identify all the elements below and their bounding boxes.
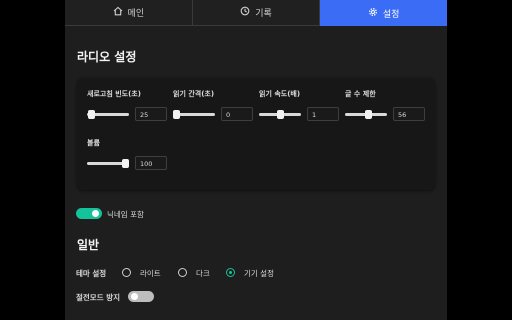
include-nickname-label: 닉네임 포함 (107, 210, 144, 219)
theme-device-radio[interactable] (226, 268, 235, 277)
radio-settings-card: 새로고침 빈도(초) 25 읽기 간격(초) 0 읽기 속도(배) 1 글 수 … (77, 78, 435, 190)
power-save-toggle[interactable] (128, 291, 154, 302)
slider-thumb[interactable] (277, 110, 284, 119)
home-icon (113, 6, 123, 19)
theme-light-label: 라이트 (140, 269, 161, 278)
control-label: 글 수 제한 (345, 90, 376, 98)
theme-label: 테마 설정 (76, 269, 107, 278)
volume-slider[interactable] (87, 159, 129, 168)
volume-input[interactable]: 100 (135, 156, 167, 170)
gear-icon (368, 7, 378, 20)
radio-settings-heading: 라디오 설정 (77, 50, 137, 64)
tab-main-label: 메인 (127, 9, 145, 19)
read-interval-input[interactable]: 0 (221, 107, 253, 121)
read-speed-control: 읽기 속도(배) 1 (259, 89, 339, 121)
control-label: 볼륨 (87, 139, 100, 147)
post-limit-control: 글 수 제한 56 (345, 89, 425, 121)
history-icon (240, 6, 250, 19)
theme-dark-label: 다크 (196, 269, 210, 278)
theme-dark-radio[interactable] (178, 268, 187, 277)
read-interval-control: 읽기 간격(초) 0 (173, 89, 253, 121)
toggle-knob (92, 210, 99, 217)
include-nickname-toggle[interactable] (76, 208, 102, 219)
slider-thumb[interactable] (88, 110, 95, 119)
theme-light-radio[interactable] (122, 268, 131, 277)
settings-panel: 메인 기록 설정 라디오 설정 새로고침 빈도(초) 25 읽기 간격(초) 0… (65, 0, 447, 320)
slider-thumb[interactable] (365, 110, 372, 119)
post-limit-input[interactable]: 56 (393, 107, 425, 121)
slider-thumb[interactable] (122, 159, 129, 168)
volume-control: 볼륨 100 (87, 138, 167, 170)
read-speed-slider[interactable] (259, 110, 301, 119)
refresh-frequency-control: 새로고침 빈도(초) 25 (87, 89, 167, 121)
post-limit-slider[interactable] (345, 110, 387, 119)
read-interval-slider[interactable] (173, 110, 215, 119)
toggle-knob (131, 293, 138, 300)
tab-history[interactable]: 기록 (192, 0, 321, 26)
read-speed-input[interactable]: 1 (307, 107, 339, 121)
control-label: 읽기 간격(초) (173, 90, 215, 98)
tab-main[interactable]: 메인 (65, 0, 193, 26)
slider-thumb[interactable] (173, 110, 180, 119)
power-save-label: 절전모드 방지 (76, 293, 121, 302)
control-label: 새로고침 빈도(초) (87, 90, 141, 98)
tab-bar: 메인 기록 설정 (65, 0, 447, 26)
theme-device-label: 기기 설정 (244, 269, 274, 278)
refresh-frequency-slider[interactable] (87, 110, 129, 119)
refresh-frequency-input[interactable]: 25 (135, 107, 167, 121)
tab-history-label: 기록 (255, 9, 272, 19)
general-heading: 일반 (77, 238, 100, 252)
tab-settings[interactable]: 설정 (320, 0, 447, 26)
control-label: 읽기 속도(배) (259, 90, 301, 98)
tab-settings-label: 설정 (382, 9, 400, 20)
